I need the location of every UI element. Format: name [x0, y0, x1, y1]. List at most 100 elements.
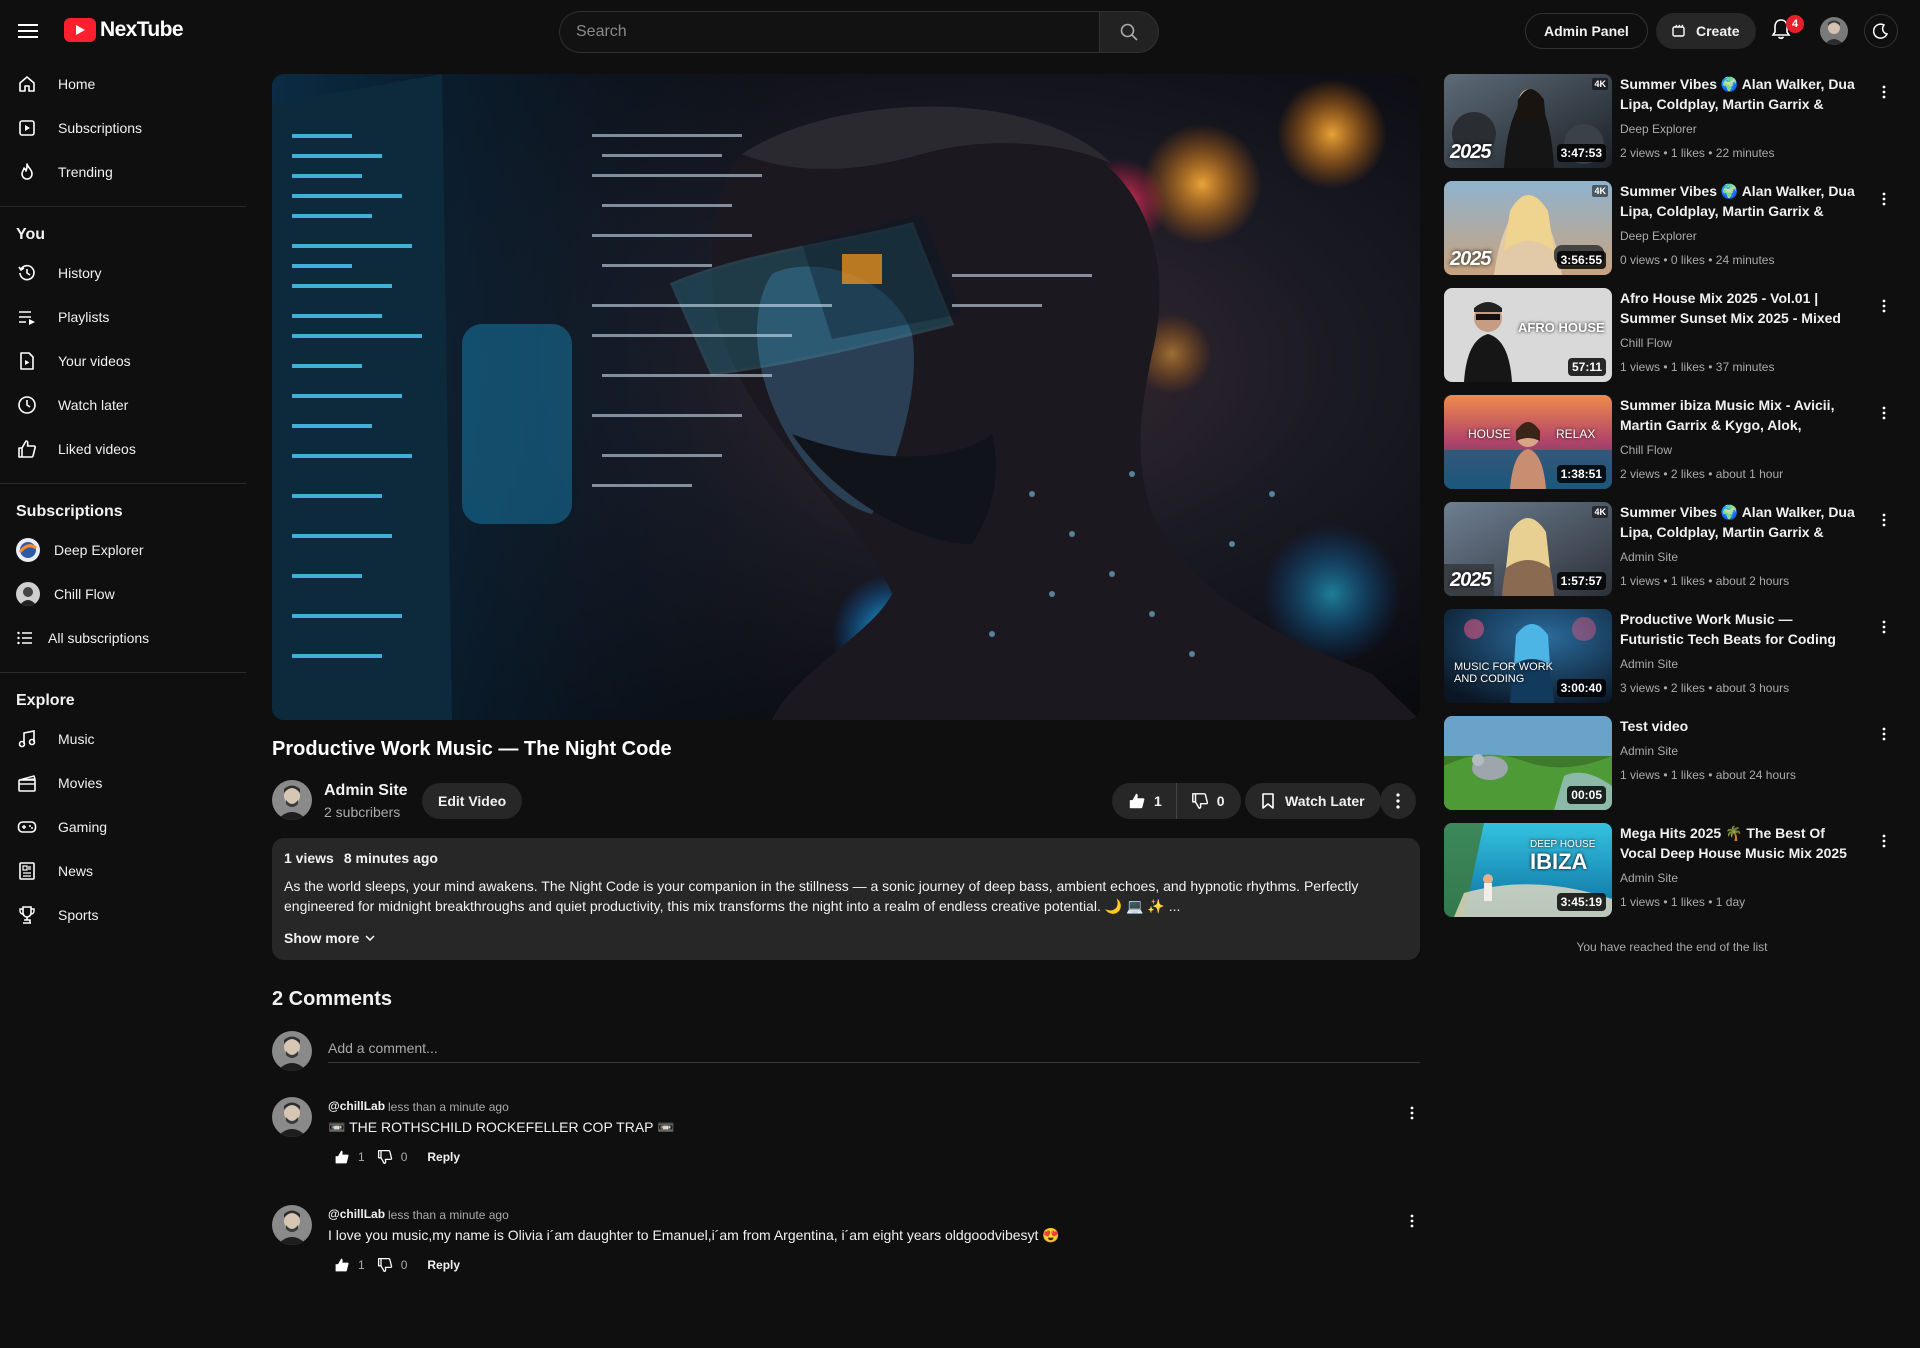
video-thumbnail[interactable]: HOUSE RELAX 1:38:51	[1444, 395, 1612, 489]
thumbs-down-icon[interactable]	[377, 1257, 393, 1273]
recommendation-meta: 0 views • 0 likes • 24 minutes	[1620, 253, 1775, 267]
admin-panel-button[interactable]: Admin Panel	[1525, 13, 1648, 49]
sidebar-item-news[interactable]: News	[0, 849, 246, 893]
recommendation-channel[interactable]: Chill Flow	[1620, 443, 1672, 457]
reply-button[interactable]: Reply	[427, 1258, 460, 1272]
sidebar-sub-deep-explorer[interactable]: Deep Explorer	[0, 528, 246, 572]
recommendation-title[interactable]: Afro House Mix 2025 - Vol.01 | Summer Su…	[1620, 288, 1860, 328]
theme-toggle-button[interactable]	[1864, 14, 1898, 48]
watch-later-label: Watch Later	[1285, 793, 1365, 809]
description-box[interactable]: 1 views 8 minutes ago As the world sleep…	[272, 838, 1420, 960]
video-thumbnail[interactable]: 4K 2025 3:47:53	[1444, 74, 1612, 168]
thumbs-up-icon[interactable]	[334, 1149, 350, 1165]
comment-author[interactable]: @chillLab	[328, 1099, 385, 1113]
sidebar-item-liked-videos[interactable]: Liked videos	[0, 427, 246, 471]
comment-more-icon[interactable]	[1402, 1211, 1422, 1231]
recommendation-channel[interactable]: Admin Site	[1620, 871, 1678, 885]
more-vertical-icon[interactable]	[1874, 82, 1894, 102]
reply-button[interactable]: Reply	[427, 1150, 460, 1164]
comment-input[interactable]	[328, 1033, 1420, 1063]
more-vertical-icon[interactable]	[1874, 831, 1894, 851]
sidebar-item-subscriptions[interactable]: Subscriptions	[0, 106, 246, 150]
video-thumbnail[interactable]: DEEP HOUSE IBIZA 3:45:19	[1444, 823, 1612, 917]
recommendation-title[interactable]: Productive Work Music — Futuristic Tech …	[1620, 609, 1860, 649]
sidebar-item-trending[interactable]: Trending	[0, 150, 246, 194]
recommendation-channel[interactable]: Admin Site	[1620, 657, 1678, 671]
comment-author[interactable]: @chillLab	[328, 1207, 385, 1221]
sidebar-item-all-subscriptions[interactable]: All subscriptions	[0, 616, 246, 660]
recommendation-meta: 3 views • 2 likes • about 3 hours	[1620, 681, 1790, 695]
video-thumbnail[interactable]: 00:05	[1444, 716, 1612, 810]
recommendation-meta: 2 views • 2 likes • about 1 hour	[1620, 467, 1784, 481]
sidebar-item-your-videos[interactable]: Your videos	[0, 339, 246, 383]
recommendation-channel[interactable]: Deep Explorer	[1620, 122, 1697, 136]
recommendation-item[interactable]: MUSIC FOR WORK AND CODING 3:00:40 Produc…	[1444, 609, 1900, 716]
thumbs-up-icon[interactable]	[334, 1257, 350, 1273]
recommendation-item[interactable]: AFRO HOUSE 57:11 Afro House Mix 2025 - V…	[1444, 288, 1900, 395]
recommendation-item[interactable]: 00:05 Test video Admin Site 1 views • 1 …	[1444, 716, 1900, 823]
recommendation-title[interactable]: Test video	[1620, 716, 1860, 736]
recommendation-channel[interactable]: Chill Flow	[1620, 336, 1672, 350]
recommendation-item[interactable]: 4K 2025 1:57:57 Summer Vibes 🌍 Alan Walk…	[1444, 502, 1900, 609]
more-options-button[interactable]	[1380, 783, 1416, 819]
video-thumbnail[interactable]: MUSIC FOR WORK AND CODING 3:00:40	[1444, 609, 1612, 703]
recommendation-item[interactable]: HOUSE RELAX 1:38:51 Summer ibiza Music M…	[1444, 395, 1900, 502]
watch-later-button[interactable]: Watch Later	[1245, 783, 1381, 819]
sidebar-sub-chill-flow[interactable]: Chill Flow	[0, 572, 246, 616]
recommendation-title[interactable]: Summer Vibes 🌍 Alan Walker, Dua Lipa, Co…	[1620, 74, 1860, 114]
recommendation-item[interactable]: 4K 2025 3:47:53 Summer Vibes 🌍 Alan Walk…	[1444, 74, 1900, 181]
like-button[interactable]: 1	[1112, 783, 1177, 819]
search-button[interactable]	[1099, 11, 1159, 53]
sidebar-item-home[interactable]: Home	[0, 62, 246, 106]
user-avatar[interactable]	[1820, 17, 1848, 45]
commenter-avatar[interactable]	[272, 1205, 312, 1245]
sidebar-item-watch-later[interactable]: Watch later	[0, 383, 246, 427]
owner-name[interactable]: Admin Site	[324, 782, 408, 800]
sidebar-item-playlists[interactable]: Playlists	[0, 295, 246, 339]
notifications-button[interactable]: 4	[1770, 15, 1804, 46]
recommendation-channel[interactable]: Admin Site	[1620, 550, 1678, 564]
top-bar: NexTube Admin Panel Create 4	[0, 0, 1920, 62]
recommendation-meta: 1 views • 1 likes • about 24 hours	[1620, 768, 1796, 782]
more-vertical-icon[interactable]	[1874, 724, 1894, 744]
thumbs-down-icon[interactable]	[377, 1149, 393, 1165]
recommendation-title[interactable]: Summer Vibes 🌍 Alan Walker, Dua Lipa, Co…	[1620, 181, 1860, 221]
sidebar-item-history[interactable]: History	[0, 251, 246, 295]
search-input[interactable]	[559, 11, 1099, 53]
video-player[interactable]	[272, 74, 1420, 720]
logo[interactable]: NexTube	[64, 18, 184, 42]
sidebar-item-music[interactable]: Music	[0, 717, 246, 761]
recommendation-title[interactable]: Mega Hits 2025 🌴 The Best Of Vocal Deep …	[1620, 823, 1860, 863]
dislike-button[interactable]: 0	[1177, 783, 1241, 819]
create-button[interactable]: Create	[1656, 13, 1756, 49]
sidebar-item-movies[interactable]: Movies	[0, 761, 246, 805]
recommendation-item[interactable]: 4K 2025 3:56:55 Summer Vibes 🌍 Alan Walk…	[1444, 181, 1900, 288]
comment-more-icon[interactable]	[1402, 1103, 1422, 1123]
recommendation-item[interactable]: DEEP HOUSE IBIZA 3:45:19 Mega Hits 2025 …	[1444, 823, 1900, 930]
recommendation-channel[interactable]: Admin Site	[1620, 744, 1678, 758]
news-icon	[16, 860, 38, 882]
trending-icon	[16, 161, 38, 183]
show-more-button[interactable]: Show more	[284, 930, 1408, 946]
sidebar-item-sports[interactable]: Sports	[0, 893, 246, 937]
explore-heading: Explore	[16, 692, 75, 709]
video-stats: 1 views 8 minutes ago	[284, 850, 1408, 866]
more-vertical-icon[interactable]	[1874, 510, 1894, 530]
video-thumbnail[interactable]: AFRO HOUSE 57:11	[1444, 288, 1612, 382]
recommendation-title[interactable]: Summer Vibes 🌍 Alan Walker, Dua Lipa, Co…	[1620, 502, 1860, 542]
more-vertical-icon[interactable]	[1874, 296, 1894, 316]
commenter-avatar[interactable]	[272, 1097, 312, 1137]
menu-icon[interactable]	[14, 19, 42, 43]
notification-badge: 4	[1786, 15, 1804, 33]
more-vertical-icon[interactable]	[1874, 403, 1894, 423]
video-thumbnail[interactable]: 4K 2025 1:57:57	[1444, 502, 1612, 596]
edit-video-button[interactable]: Edit Video	[422, 783, 523, 819]
sidebar-item-gaming[interactable]: Gaming	[0, 805, 246, 849]
owner-avatar[interactable]	[272, 780, 312, 820]
video-thumbnail[interactable]: 4K 2025 3:56:55	[1444, 181, 1612, 275]
recommendation-channel[interactable]: Deep Explorer	[1620, 229, 1697, 243]
recommendation-title[interactable]: Summer ibiza Music Mix - Avicii, Martin …	[1620, 395, 1860, 435]
more-vertical-icon[interactable]	[1874, 189, 1894, 209]
more-vertical-icon[interactable]	[1874, 617, 1894, 637]
history-icon	[16, 262, 38, 284]
